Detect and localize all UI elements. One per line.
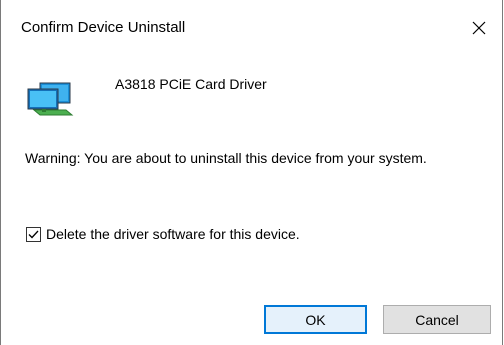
confirm-device-uninstall-dialog: Confirm Device Uninstall A3818 PCiE Card… <box>0 0 503 345</box>
checkmark-icon <box>28 230 39 238</box>
title-bar: Confirm Device Uninstall <box>1 0 502 58</box>
cancel-button-label: Cancel <box>415 311 459 328</box>
ok-button-label: OK <box>305 311 326 328</box>
network-adapter-icon <box>27 82 74 116</box>
device-name: A3818 PCiE Card Driver <box>115 76 267 92</box>
warning-message: Warning: You are about to uninstall this… <box>25 150 427 166</box>
dialog-title: Confirm Device Uninstall <box>21 19 186 36</box>
close-icon <box>472 21 486 35</box>
delete-driver-checkbox-row[interactable]: Delete the driver software for this devi… <box>26 226 300 242</box>
cancel-button[interactable]: Cancel <box>383 305 491 334</box>
delete-driver-label[interactable]: Delete the driver software for this devi… <box>46 226 300 242</box>
ok-button[interactable]: OK <box>264 305 367 334</box>
close-button[interactable] <box>456 6 502 50</box>
delete-driver-checkbox[interactable] <box>26 226 41 242</box>
